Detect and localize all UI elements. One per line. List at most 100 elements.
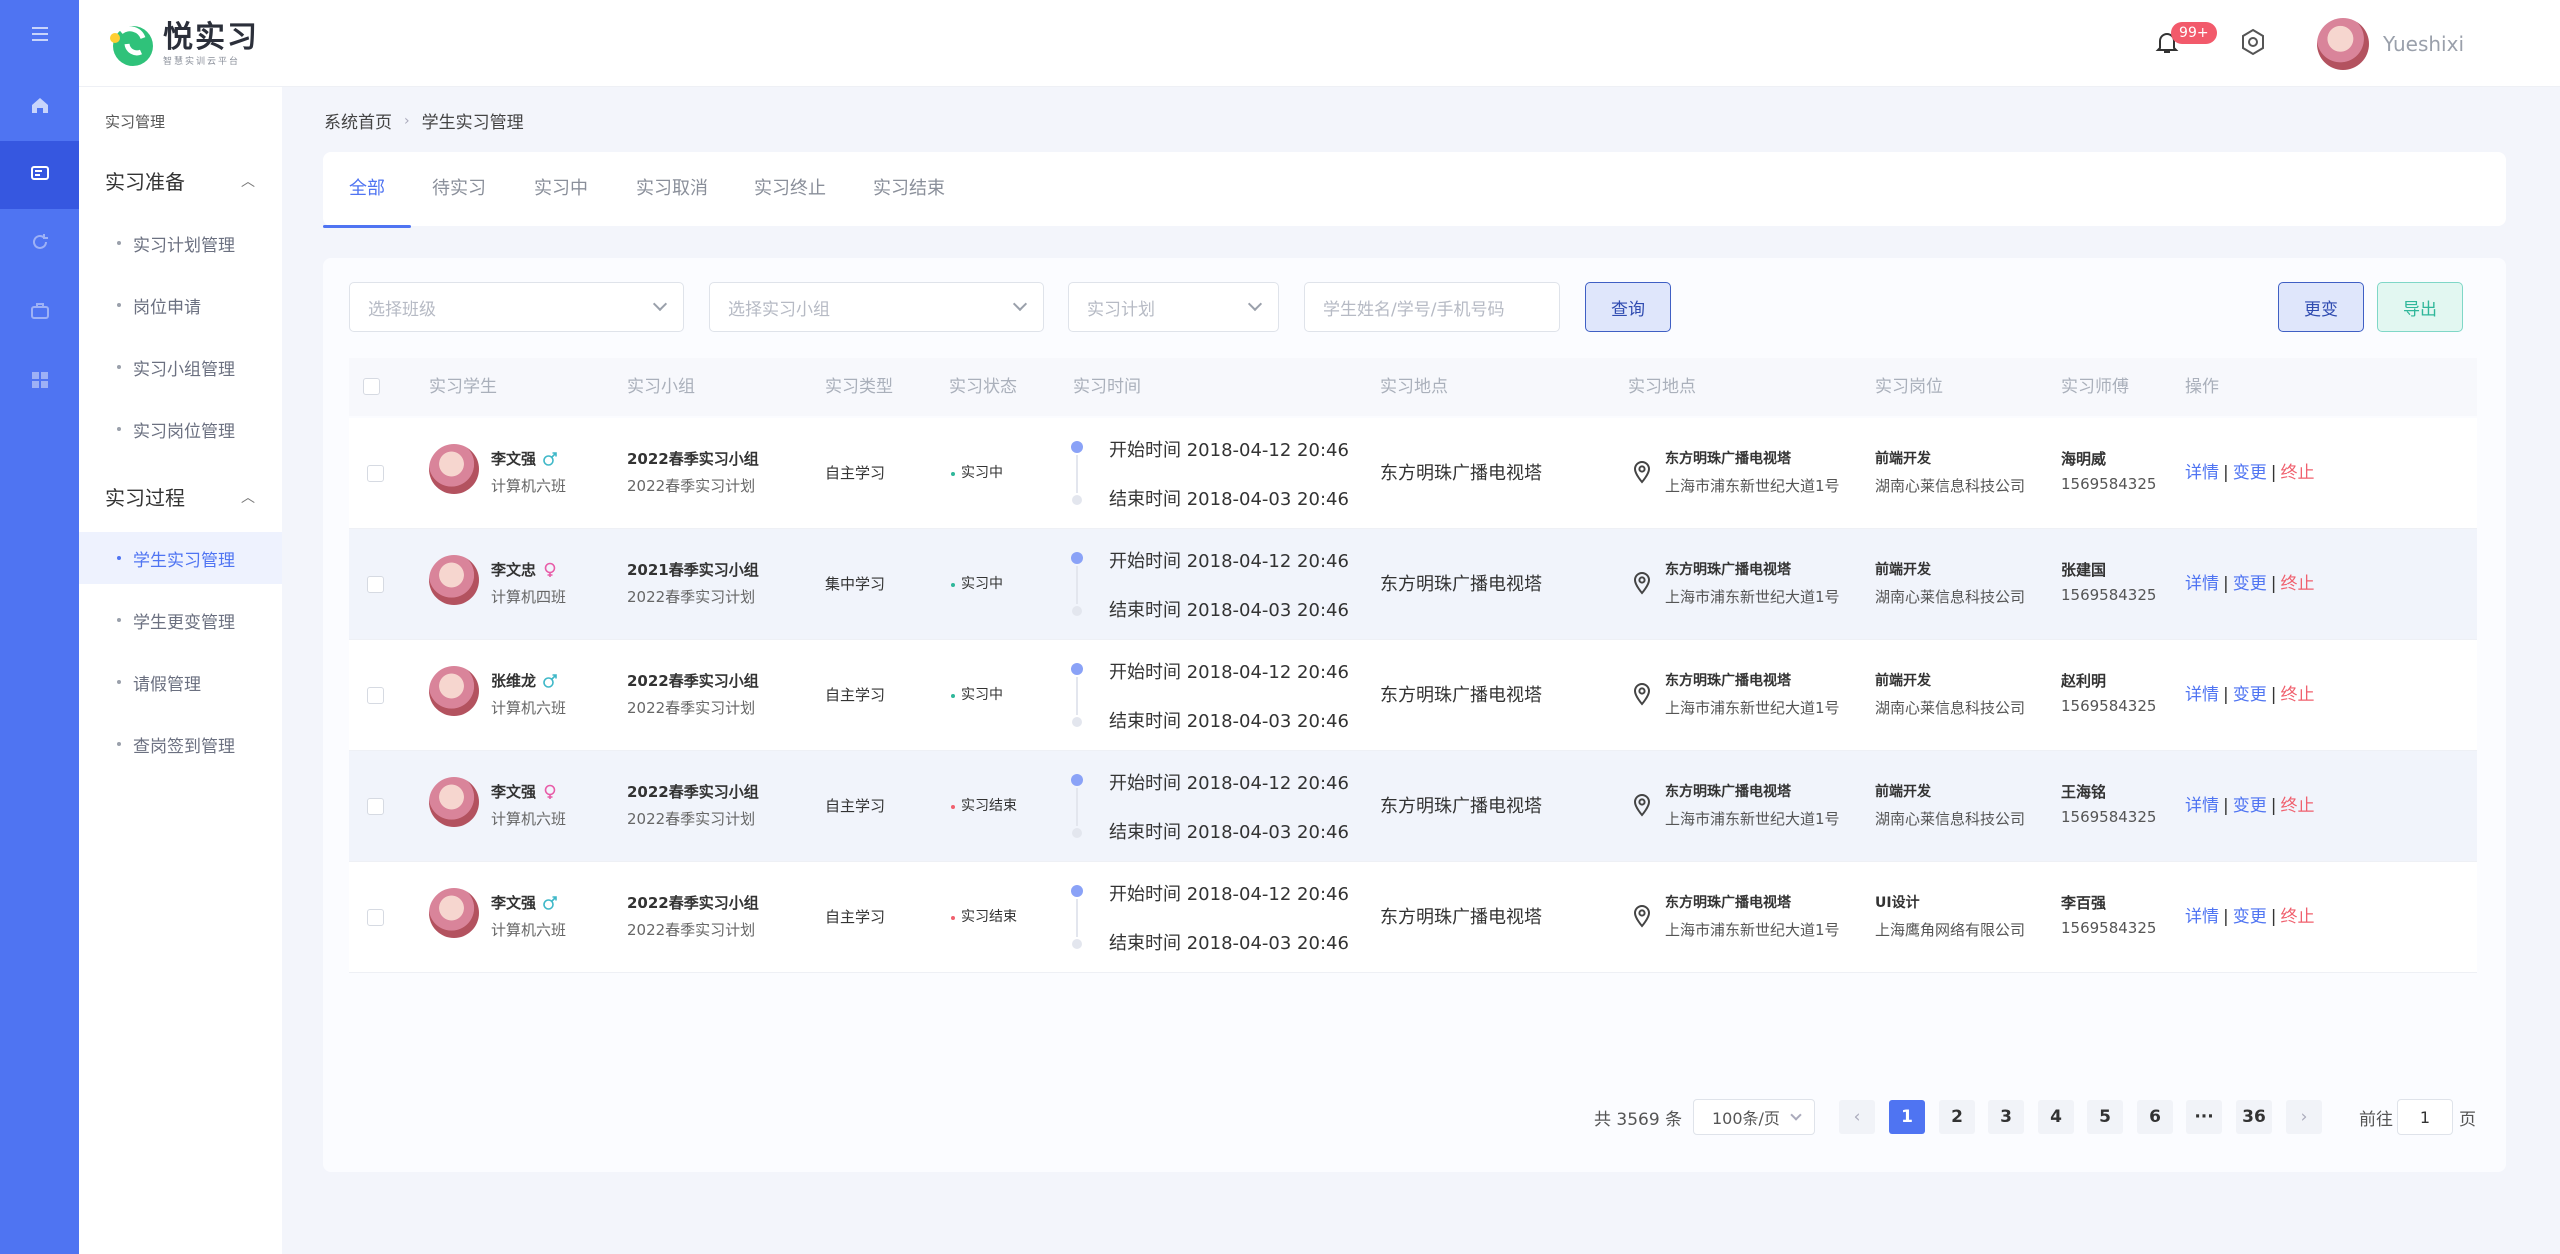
- col-position: 实习岗位: [1875, 377, 1943, 397]
- tab-in-progress[interactable]: 实习中: [534, 152, 588, 226]
- terminate-link[interactable]: 终止: [2280, 685, 2314, 705]
- action-separator: |: [2270, 463, 2277, 483]
- goto-page-input[interactable]: 1: [2397, 1099, 2453, 1135]
- page-button[interactable]: 4: [2038, 1100, 2074, 1134]
- sidebar-group-process[interactable]: 实习过程 ︿: [105, 482, 255, 511]
- app-logo[interactable]: 悦实习 智慧实训云平台: [107, 20, 259, 68]
- bullet-icon: [117, 241, 121, 245]
- class-select[interactable]: 选择班级: [349, 282, 684, 332]
- breadcrumb-home[interactable]: 系统首页: [324, 108, 392, 133]
- sidebar-item-plan[interactable]: 实习计划管理: [79, 217, 282, 269]
- change-link[interactable]: 变更: [2233, 574, 2267, 594]
- student-class: 计算机六班: [491, 477, 567, 495]
- detail-link[interactable]: 详情: [2185, 463, 2219, 483]
- col-time: 实习时间: [1073, 377, 1141, 397]
- mentor-name: 李百强: [2061, 894, 2107, 912]
- page-button[interactable]: 3: [1988, 1100, 2024, 1134]
- sidebar-item-checkin[interactable]: 查岗签到管理: [79, 718, 282, 770]
- rail-internship[interactable]: [0, 141, 79, 209]
- tab-terminated[interactable]: 实习终止: [754, 152, 826, 226]
- row-checkbox[interactable]: [367, 909, 384, 926]
- terminate-link[interactable]: 终止: [2280, 796, 2314, 816]
- row-checkbox[interactable]: [367, 465, 384, 482]
- change-link[interactable]: 变更: [2233, 907, 2267, 927]
- action-separator: |: [2270, 685, 2277, 705]
- query-button[interactable]: 查询: [1585, 282, 1671, 332]
- tab-all[interactable]: 全部: [323, 152, 411, 228]
- action-separator: |: [2223, 463, 2229, 483]
- sidebar-item-student-internship[interactable]: 学生实习管理: [79, 532, 282, 584]
- row-checkbox[interactable]: [367, 576, 384, 593]
- sidebar-item-leave[interactable]: 请假管理: [79, 656, 282, 708]
- prev-page-button[interactable]: ‹: [1839, 1100, 1875, 1134]
- status-dot-icon: [951, 471, 955, 476]
- map-pin-icon: [1632, 460, 1652, 484]
- action-separator: |: [2223, 796, 2229, 816]
- detail-link[interactable]: 详情: [2185, 907, 2219, 927]
- change-link[interactable]: 变更: [2233, 796, 2267, 816]
- student-name[interactable]: 李文忠: [491, 559, 536, 580]
- student-name-wrap: 李文强: [491, 781, 558, 802]
- page-ellipsis[interactable]: ···: [2186, 1100, 2222, 1134]
- terminate-link[interactable]: 终止: [2280, 574, 2314, 594]
- student-name[interactable]: 张维龙: [491, 670, 536, 691]
- export-button[interactable]: 导出: [2377, 282, 2463, 332]
- student-avatar: [429, 888, 479, 938]
- page-button[interactable]: 1: [1889, 1100, 1925, 1134]
- terminate-link[interactable]: 终止: [2280, 463, 2314, 483]
- bullet-icon: [117, 303, 121, 307]
- table-row: 李文强 计算机六班 2022春季实习小组 2022春季实习计划 自主学习 实习结束 开始时间…: [349, 862, 2477, 973]
- search-input[interactable]: 学生姓名/学号/手机号码: [1304, 282, 1560, 332]
- plan-select[interactable]: 实习计划: [1068, 282, 1279, 332]
- row-checkbox[interactable]: [367, 687, 384, 704]
- sidebar-section-title: 实习管理: [105, 113, 166, 131]
- terminate-link[interactable]: 终止: [2280, 907, 2314, 927]
- next-page-button[interactable]: ›: [2286, 1100, 2322, 1134]
- position-name: UI设计: [1875, 895, 1920, 911]
- action-separator: |: [2223, 574, 2229, 594]
- detail-link[interactable]: 详情: [2185, 685, 2219, 705]
- select-all-checkbox[interactable]: [363, 378, 380, 395]
- action-separator: |: [2270, 796, 2277, 816]
- col-group: 实习小组: [627, 377, 695, 397]
- rail-home[interactable]: [0, 73, 79, 141]
- student-class: 计算机四班: [491, 588, 567, 606]
- rail-refresh[interactable]: [0, 210, 79, 278]
- sidebar-item-student-change[interactable]: 学生更变管理: [79, 594, 282, 646]
- sidebar-item-positions[interactable]: 实习岗位管理: [79, 403, 282, 455]
- student-name[interactable]: 李文强: [491, 781, 536, 802]
- menu-toggle[interactable]: [0, 2, 79, 70]
- sidebar-group-prepare[interactable]: 实习准备 ︿: [105, 166, 255, 195]
- student-name[interactable]: 李文强: [491, 892, 536, 913]
- row-checkbox[interactable]: [367, 798, 384, 815]
- page-button[interactable]: 36: [2236, 1100, 2272, 1134]
- company-name: 湖南心莱信息科技公司: [1875, 588, 2026, 606]
- group-select[interactable]: 选择实习小组: [709, 282, 1044, 332]
- page-size-select[interactable]: 100条/页: [1693, 1099, 1815, 1135]
- rail-grid[interactable]: [0, 348, 79, 416]
- user-avatar[interactable]: [2317, 18, 2370, 70]
- page-button[interactable]: 6: [2137, 1100, 2173, 1134]
- rail-briefcase[interactable]: [0, 279, 79, 347]
- location: 东方明珠广播电视塔: [1380, 907, 1542, 928]
- username[interactable]: Yueshixi: [2383, 32, 2464, 56]
- tab-pending[interactable]: 待实习: [432, 152, 486, 226]
- sidebar-item-apply[interactable]: 岗位申请: [79, 279, 282, 331]
- goto-prefix-wrap: 前往: [2359, 1099, 2393, 1135]
- page-button[interactable]: 5: [2087, 1100, 2123, 1134]
- end-time: 结束时间 2018-04-03 20:46: [1109, 933, 1349, 954]
- settings-button[interactable]: [2233, 24, 2273, 64]
- change-link[interactable]: 变更: [2233, 685, 2267, 705]
- change-button[interactable]: 更变: [2278, 282, 2364, 332]
- tab-cancelled[interactable]: 实习取消: [636, 152, 708, 226]
- sidebar-item-groups[interactable]: 实习小组管理: [79, 341, 282, 393]
- detail-link[interactable]: 详情: [2185, 796, 2219, 816]
- table-row: 李文强 计算机六班 2022春季实习小组 2022春季实习计划 自主学习 实习中 开始时间 …: [349, 418, 2477, 529]
- notification-button[interactable]: 99+: [2147, 22, 2217, 64]
- detail-link[interactable]: 详情: [2185, 574, 2219, 594]
- student-name[interactable]: 李文强: [491, 448, 536, 469]
- change-link[interactable]: 变更: [2233, 463, 2267, 483]
- page-button[interactable]: 2: [1939, 1100, 1975, 1134]
- address-name: 东方明珠广播电视塔: [1665, 895, 1791, 911]
- tab-finished[interactable]: 实习结束: [873, 152, 945, 226]
